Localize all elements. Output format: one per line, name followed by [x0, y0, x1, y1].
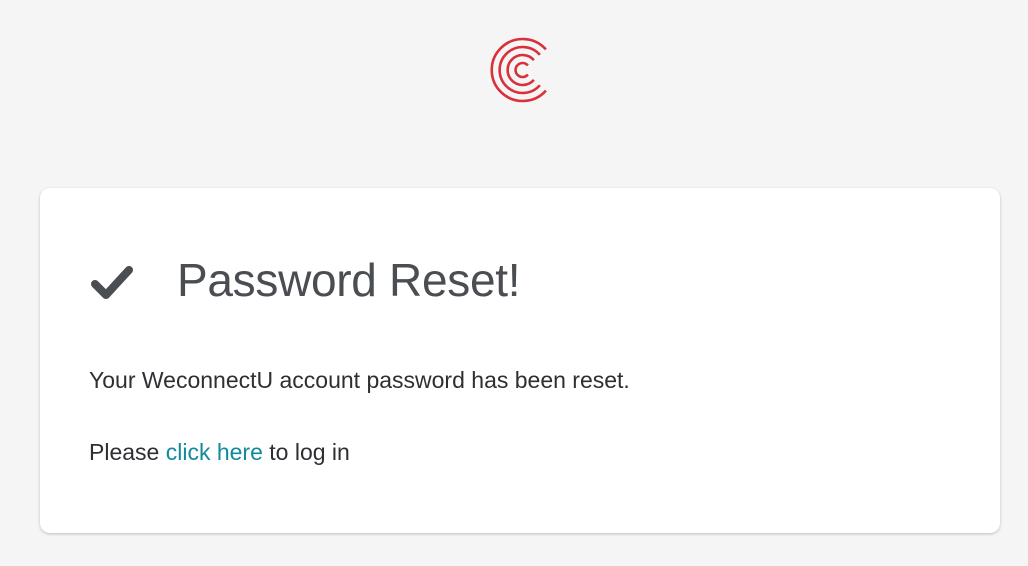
password-reset-card: Password Reset! Your WeconnectU account … — [40, 188, 1000, 533]
brand-logo — [484, 30, 554, 110]
reset-confirmation-message: Your WeconnectU account password has bee… — [89, 367, 630, 393]
login-prompt: Please click here to log in — [89, 436, 350, 468]
login-link[interactable]: click here — [166, 439, 263, 465]
weconnectu-c-logo-icon — [490, 37, 547, 103]
login-prompt-prefix: Please — [89, 439, 166, 465]
login-prompt-suffix: to log in — [262, 439, 350, 465]
checkmark-icon — [91, 266, 133, 299]
page-title: Password Reset! — [177, 254, 521, 306]
